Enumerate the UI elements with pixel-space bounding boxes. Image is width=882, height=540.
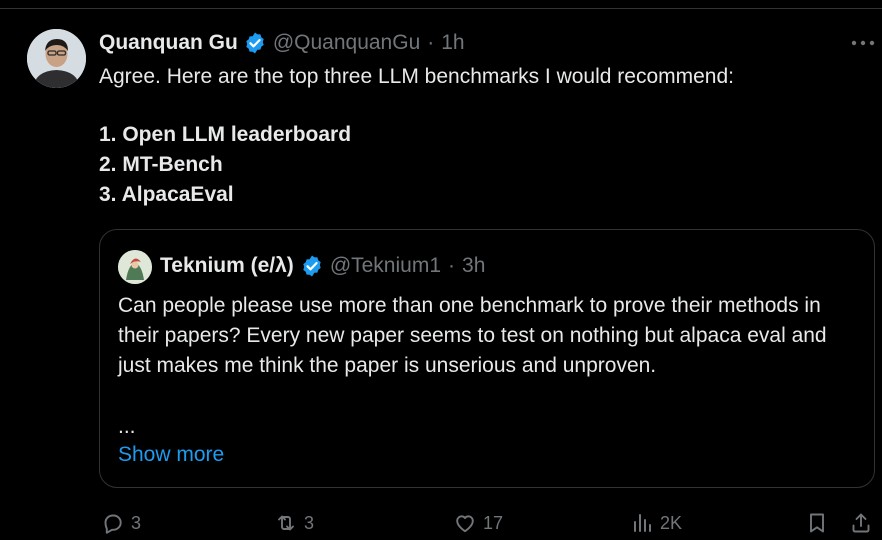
tweet-benchmark-list: 1. Open LLM leaderboard 2. MT-Bench 3. A… bbox=[99, 120, 351, 210]
quote-ellipsis: ... bbox=[118, 415, 136, 438]
verified-badge-icon bbox=[300, 254, 324, 278]
tweet-text: Agree. Here are the top three LLM benchm… bbox=[99, 65, 734, 88]
author-handle[interactable]: @QuanquanGu bbox=[273, 31, 420, 55]
reply-icon bbox=[101, 511, 125, 535]
views-count: 2K bbox=[660, 512, 683, 533]
repost-icon bbox=[274, 511, 298, 535]
top-divider bbox=[0, 8, 882, 9]
views-chart-icon bbox=[630, 511, 654, 535]
quote-author-handle[interactable]: @Teknium1 bbox=[330, 254, 441, 278]
quote-author-name[interactable]: Teknium (e/λ) bbox=[160, 254, 294, 278]
quote-avatar-art bbox=[118, 250, 152, 284]
tweet-action-bar: 3 3 17 2K bbox=[0, 508, 882, 538]
show-more-link[interactable]: Show more bbox=[118, 440, 224, 470]
more-horizontal-icon[interactable] bbox=[850, 36, 876, 50]
quote-text: Can people please use more than one benc… bbox=[118, 294, 827, 377]
list-item: 1. Open LLM leaderboard bbox=[99, 123, 352, 146]
author-name[interactable]: Quanquan Gu bbox=[99, 31, 238, 55]
verified-badge-icon bbox=[243, 31, 267, 55]
share-button[interactable] bbox=[849, 508, 873, 538]
quote-timestamp[interactable]: 3h bbox=[462, 254, 485, 278]
reply-count: 3 bbox=[131, 512, 142, 533]
quote-avatar[interactable] bbox=[118, 250, 152, 284]
list-item: 3. AlpacaEval bbox=[99, 183, 234, 206]
repost-button[interactable]: 3 bbox=[274, 508, 314, 538]
share-icon bbox=[849, 511, 873, 535]
quote-header-separator: · bbox=[448, 254, 456, 277]
quote-header: Teknium (e/λ) @Teknium1 · 3h bbox=[160, 251, 485, 281]
heart-icon bbox=[453, 511, 477, 535]
avatar-portrait bbox=[27, 29, 86, 88]
bookmark-icon bbox=[805, 511, 829, 535]
repost-count: 3 bbox=[304, 512, 315, 533]
list-item: 2. MT-Bench bbox=[99, 153, 223, 176]
reply-button[interactable]: 3 bbox=[101, 508, 141, 538]
bookmark-button[interactable] bbox=[805, 508, 829, 538]
like-button[interactable]: 17 bbox=[453, 508, 503, 538]
header-separator: · bbox=[427, 31, 435, 54]
views-button[interactable]: 2K bbox=[630, 508, 682, 538]
tweet-header: Quanquan Gu @QuanquanGu · 1h bbox=[99, 28, 465, 58]
quote-tweet-card[interactable]: Teknium (e/λ) @Teknium1 · 3h Can people … bbox=[99, 229, 875, 488]
like-count: 17 bbox=[483, 512, 504, 533]
avatar[interactable] bbox=[27, 29, 86, 88]
tweet-timestamp[interactable]: 1h bbox=[441, 31, 464, 55]
